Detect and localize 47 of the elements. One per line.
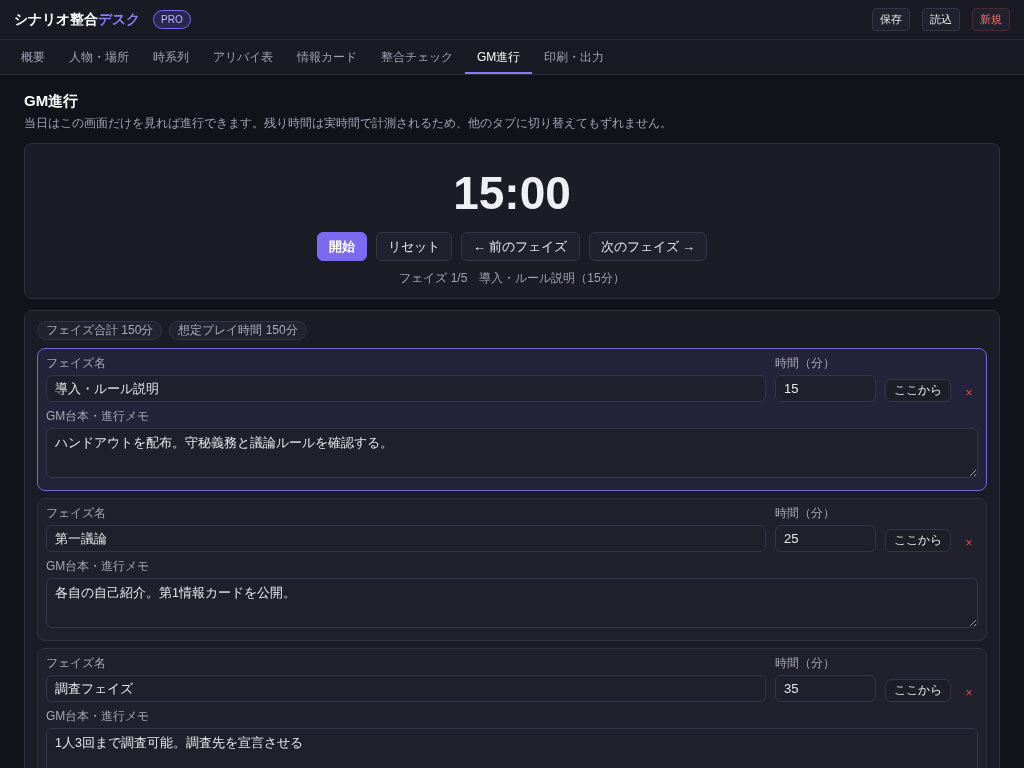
minutes-field[interactable]: 15 xyxy=(775,375,876,402)
field-label: 時間（分） xyxy=(775,356,836,370)
tab[interactable]: 概要 xyxy=(9,40,57,74)
timer-display: 15:00 xyxy=(453,168,571,218)
phase-status: フェイズ 1/5 導入・ルール説明（15分） xyxy=(399,270,625,286)
field-label: GM台本・進行メモ xyxy=(46,709,151,723)
tab[interactable]: 人物・場所 xyxy=(57,40,141,74)
header-button[interactable]: 読込 xyxy=(922,8,960,31)
timer-button[interactable]: リセット xyxy=(375,232,452,261)
summary-chip: 想定プレイ時間 150分 xyxy=(169,321,307,340)
tab[interactable]: 印刷・出力 xyxy=(532,40,617,74)
tab[interactable]: 整合チェック xyxy=(369,40,465,74)
field-label: フェイズ名 xyxy=(46,506,107,520)
start-from-here-button[interactable]: ここから xyxy=(885,379,951,402)
app-title: シナリオ整合デスク xyxy=(14,10,140,29)
tab[interactable]: 情報カード xyxy=(285,40,369,74)
field-label: 時間（分） xyxy=(775,656,836,670)
start-from-here-button[interactable]: ここから xyxy=(885,679,951,702)
new-button[interactable]: 新規 xyxy=(972,8,1010,31)
pro-badge: PRO xyxy=(153,10,191,29)
tab[interactable]: GM進行 xyxy=(465,40,533,74)
timer-button[interactable]: 次のフェイズ → xyxy=(588,232,708,261)
delete-button[interactable]: × xyxy=(960,686,978,700)
field-label: 時間（分） xyxy=(775,506,836,520)
timer-button[interactable]: ← 前のフェイズ xyxy=(460,232,580,261)
delete-button[interactable]: × xyxy=(960,536,978,550)
field-label: GM台本・進行メモ xyxy=(46,409,151,423)
start-button[interactable]: 開始 xyxy=(316,232,367,261)
field-label: GM台本・進行メモ xyxy=(46,559,151,573)
memo-field[interactable]: 各自の自己紹介。第1情報カードを公開。 xyxy=(46,578,978,628)
minutes-field[interactable]: 35 xyxy=(775,675,876,702)
field-label: フェイズ名 xyxy=(46,356,107,370)
tab[interactable]: 時系列 xyxy=(141,40,201,74)
phase-name-field[interactable]: 導入・ルール説明 xyxy=(46,375,766,402)
start-from-here-button[interactable]: ここから xyxy=(885,529,951,552)
phase-name-field[interactable]: 第一議論 xyxy=(46,525,766,552)
page-description: 当日はこの画面だけを見れば進行できます。残り時間は実時間で計測されるため、他のタブに切り替えてもずれません。 xyxy=(24,116,673,131)
header-button[interactable]: 保存 xyxy=(872,8,910,31)
delete-button[interactable]: × xyxy=(960,386,978,400)
field-label: フェイズ名 xyxy=(46,656,107,670)
page-heading: GM進行 xyxy=(24,91,80,111)
memo-field[interactable]: ハンドアウトを配布。守秘義務と議論ルールを確認する。 xyxy=(46,428,978,478)
phase-name-field[interactable]: 調査フェイズ xyxy=(46,675,766,702)
summary-chip: フェイズ合計 150分 xyxy=(37,321,163,340)
tab[interactable]: アリバイ表 xyxy=(201,40,285,74)
minutes-field[interactable]: 25 xyxy=(775,525,876,552)
memo-field[interactable]: 1人3回まで調査可能。調査先を宣言させる xyxy=(46,728,978,768)
